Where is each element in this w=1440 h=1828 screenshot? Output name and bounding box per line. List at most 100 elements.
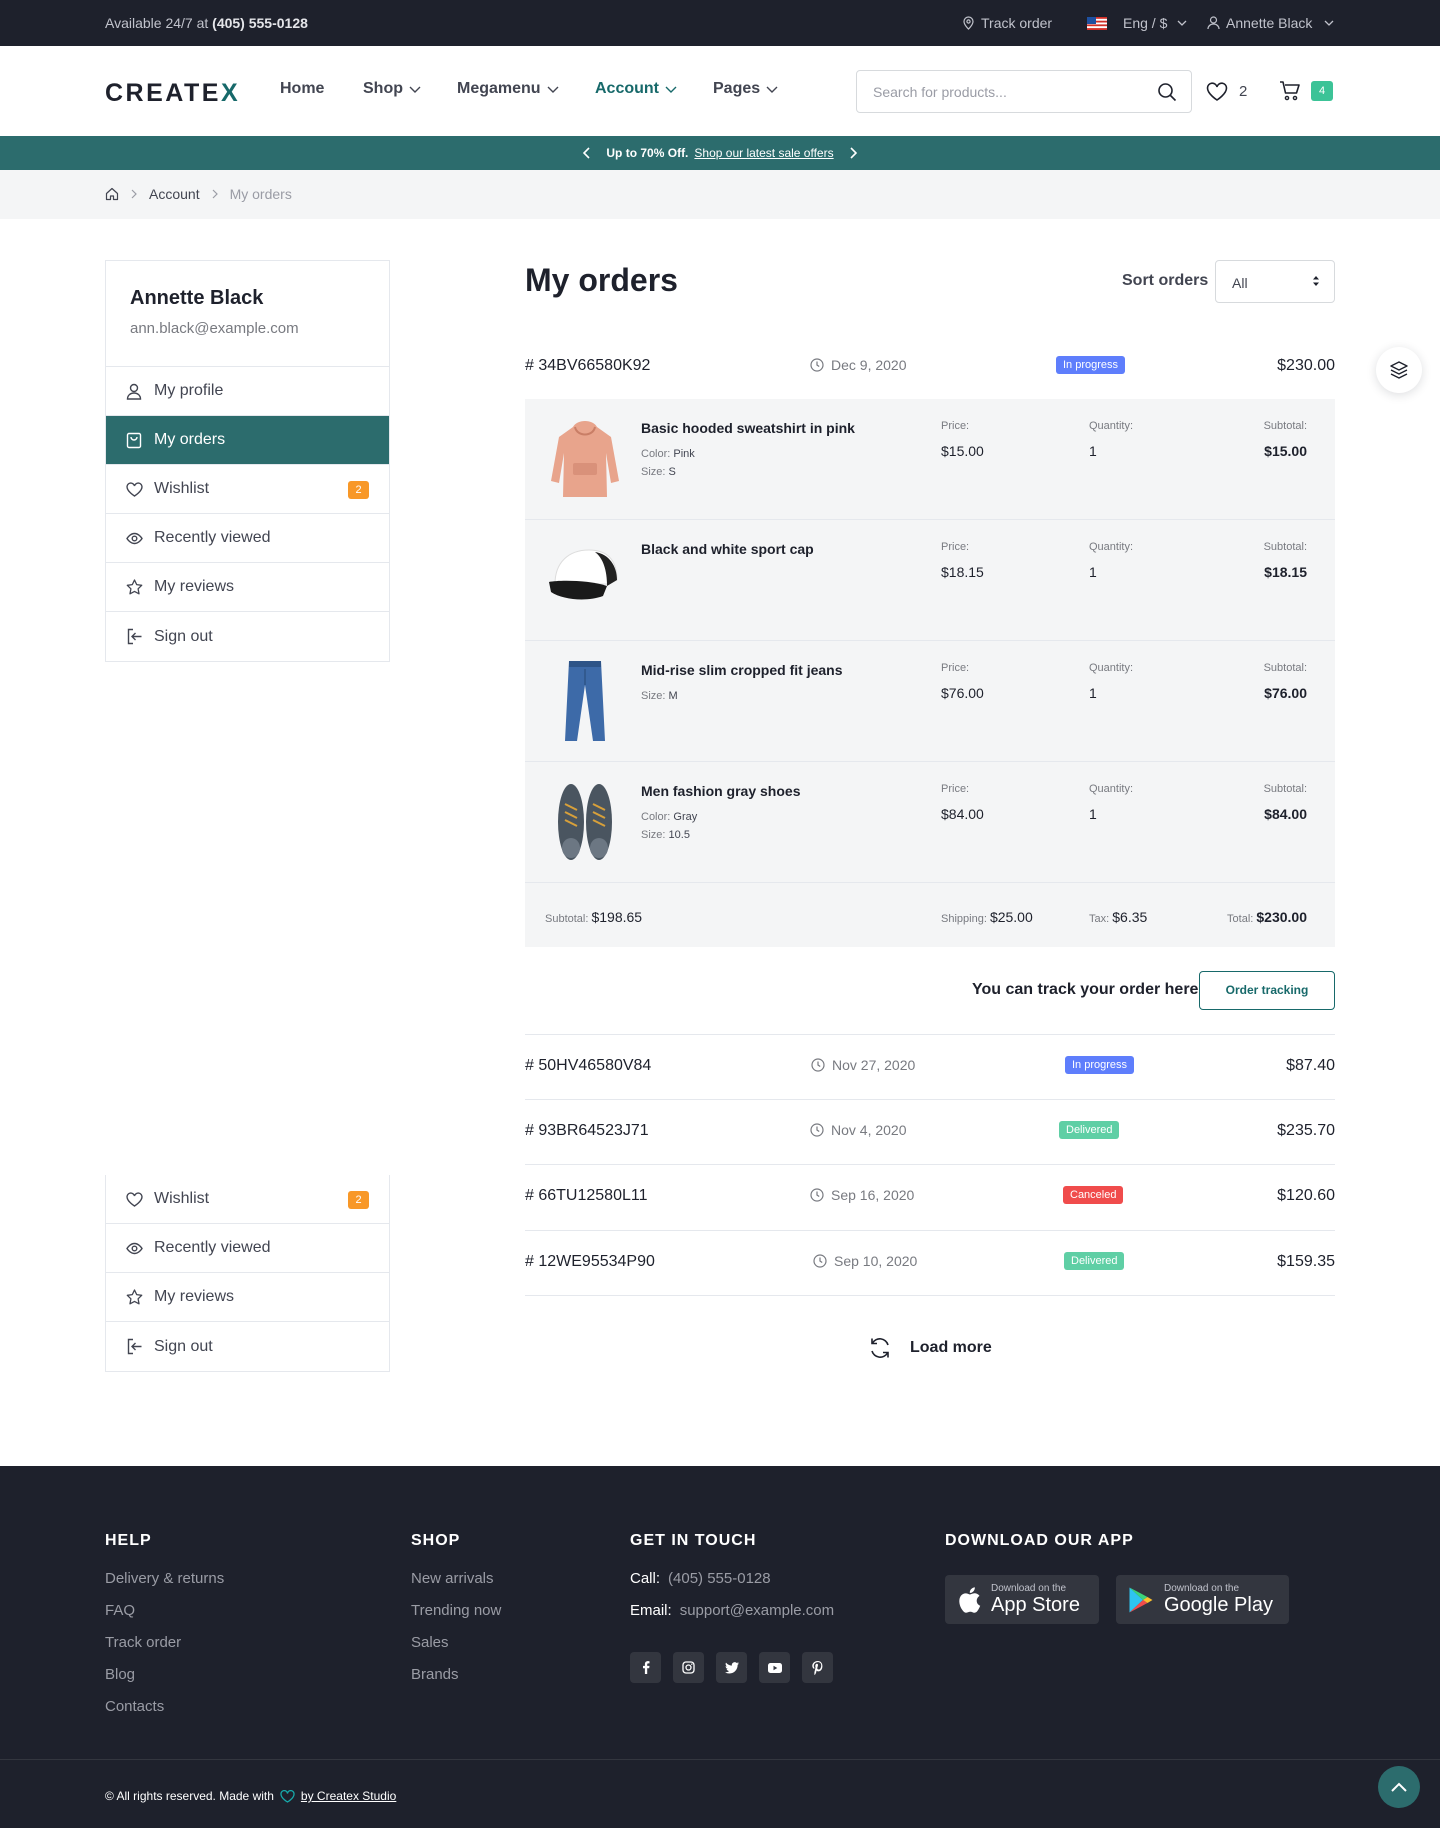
quantity-value: 1 xyxy=(1089,685,1097,701)
product-name[interactable]: Men fashion gray shoes xyxy=(641,783,800,799)
footer-link[interactable]: Delivery & returns xyxy=(105,1570,224,1602)
order-row[interactable]: # 50HV46580V84 Nov 27, 2020 In progress … xyxy=(525,1035,1335,1099)
wishlist-badge: 2 xyxy=(348,1191,369,1209)
logo[interactable]: CREATEX xyxy=(105,79,240,108)
email-address[interactable]: support@example.com xyxy=(680,1602,834,1634)
wishlist-icon[interactable] xyxy=(1206,82,1228,101)
youtube-icon[interactable] xyxy=(759,1652,790,1683)
load-more-button[interactable]: Load more xyxy=(868,1337,992,1359)
sidebar-item-sign-out[interactable]: Sign out xyxy=(106,1322,389,1371)
clock-icon xyxy=(810,1123,824,1137)
twitter-icon[interactable] xyxy=(716,1652,747,1683)
sidebar-item-my-reviews[interactable]: My reviews xyxy=(106,563,389,612)
order-row[interactable]: # 34BV66580K92 Dec 9, 2020 In progress $… xyxy=(525,335,1335,399)
layers-icon xyxy=(1390,361,1408,379)
search-icon[interactable] xyxy=(1157,82,1177,102)
google-play-icon xyxy=(1129,1587,1153,1612)
footer-link[interactable]: Sales xyxy=(411,1634,501,1666)
promo-link[interactable]: Shop our latest sale offers xyxy=(694,146,833,160)
order-date-text: Sep 16, 2020 xyxy=(831,1187,915,1203)
search-input[interactable] xyxy=(873,71,1143,112)
track-order-link[interactable]: Track order xyxy=(962,15,1052,31)
studio-link[interactable]: by Createx Studio xyxy=(301,1789,396,1803)
color-value: Gray xyxy=(673,811,698,823)
call-label: Call: xyxy=(630,1570,661,1587)
sort-orders-value: All xyxy=(1232,275,1248,291)
sidebar-item-wishlist[interactable]: Wishlist 2 xyxy=(106,1175,389,1224)
apple-icon xyxy=(959,1586,981,1613)
footer-link[interactable]: Track order xyxy=(105,1634,224,1666)
size-value: 10.5 xyxy=(668,829,690,841)
footer-link[interactable]: Contacts xyxy=(105,1698,224,1730)
app-store-button[interactable]: Download on the App Store xyxy=(945,1575,1099,1624)
order-id: # 12WE95534P90 xyxy=(525,1253,655,1270)
google-play-small: Download on the xyxy=(1164,1583,1240,1594)
page-title: My orders xyxy=(525,262,678,298)
size-label: Size: xyxy=(641,829,666,841)
select-arrows-icon xyxy=(1312,275,1320,287)
product-name[interactable]: Mid-rise slim cropped fit jeans xyxy=(641,662,843,678)
size-label: Size: xyxy=(641,466,666,478)
sort-orders-select[interactable]: All xyxy=(1215,260,1335,303)
sidebar-profile: Annette Black ann.black@example.com xyxy=(106,261,389,367)
nav-megamenu[interactable]: Megamenu xyxy=(457,80,559,98)
sidebar-item-my-reviews[interactable]: My reviews xyxy=(106,1273,389,1322)
sidebar-item-wishlist[interactable]: Wishlist 2 xyxy=(106,465,389,514)
order-row[interactable]: # 12WE95534P90 Sep 10, 2020 Delivered $1… xyxy=(525,1231,1335,1295)
heart-icon xyxy=(280,1789,295,1803)
footer-link[interactable]: Brands xyxy=(411,1666,501,1698)
home-icon[interactable] xyxy=(105,187,119,201)
sidebar-item-recently-viewed[interactable]: Recently viewed xyxy=(106,514,389,563)
google-play-big: Google Play xyxy=(1164,1594,1273,1616)
app-store-text: Download on the App Store xyxy=(991,1583,1080,1616)
chevron-down-icon xyxy=(1324,20,1334,26)
facebook-icon[interactable] xyxy=(630,1652,661,1683)
cart-icon[interactable] xyxy=(1279,81,1301,101)
nav-home[interactable]: Home xyxy=(280,80,324,98)
user-menu[interactable]: Annette Black xyxy=(1207,15,1334,31)
chevron-left-icon[interactable] xyxy=(573,147,600,159)
back-to-top-button[interactable] xyxy=(1378,1766,1420,1808)
logo-accent: X xyxy=(220,79,241,107)
call-number[interactable]: (405) 555-0128 xyxy=(668,1570,771,1602)
summary-subtotal-label: Subtotal: xyxy=(545,913,589,925)
clock-icon xyxy=(810,1188,824,1202)
order-id: # 66TU12580L11 xyxy=(525,1187,648,1204)
footer-link[interactable]: FAQ xyxy=(105,1602,224,1634)
clock-icon xyxy=(810,358,824,372)
search-box xyxy=(856,70,1192,113)
color-label: Color: xyxy=(641,448,671,460)
product-name[interactable]: Basic hooded sweatshirt in pink xyxy=(641,420,855,436)
nav-shop[interactable]: Shop xyxy=(363,80,421,98)
pinterest-icon[interactable] xyxy=(802,1652,833,1683)
footer-link[interactable]: New arrivals xyxy=(411,1570,501,1602)
sidebar-item-recently-viewed[interactable]: Recently viewed xyxy=(106,1224,389,1273)
google-play-button[interactable]: Download on the Google Play xyxy=(1116,1575,1289,1624)
footer-link[interactable]: Trending now xyxy=(411,1602,501,1634)
chevron-right-icon[interactable] xyxy=(840,147,867,159)
order-tracking-button[interactable]: Order tracking xyxy=(1199,971,1335,1010)
refresh-icon xyxy=(871,1338,889,1358)
footer-link[interactable]: Blog xyxy=(105,1666,224,1698)
order-item: Black and white sport cap Price: $18.15 … xyxy=(525,520,1335,641)
sidebar-item-my-profile[interactable]: My profile xyxy=(106,367,389,416)
breadcrumb-account[interactable]: Account xyxy=(149,186,200,202)
order-row[interactable]: # 66TU12580L11 Sep 16, 2020 Canceled $12… xyxy=(525,1165,1335,1229)
sidebar-item-my-orders[interactable]: My orders xyxy=(106,416,389,465)
support-phone[interactable]: (405) 555-0128 xyxy=(212,15,308,31)
nav-pages[interactable]: Pages xyxy=(713,80,778,98)
sidebar-item-sign-out[interactable]: Sign out xyxy=(106,612,389,661)
order-row[interactable]: # 93BR64523J71 Nov 4, 2020 Delivered $23… xyxy=(525,1100,1335,1164)
summary-shipping-label: Shipping: xyxy=(941,913,987,925)
order-date: Dec 9, 2020 xyxy=(810,357,907,373)
order-date: Nov 4, 2020 xyxy=(810,1122,907,1138)
nav-account[interactable]: Account xyxy=(595,80,677,98)
language-currency-select[interactable]: Eng / $ xyxy=(1087,15,1187,31)
layers-button[interactable] xyxy=(1376,347,1422,393)
support-info: Available 24/7 at (405) 555-0128 xyxy=(105,15,308,31)
eye-icon xyxy=(126,1242,144,1255)
sidebar-item-label: My reviews xyxy=(154,578,235,595)
us-flag-icon xyxy=(1087,16,1107,30)
instagram-icon[interactable] xyxy=(673,1652,704,1683)
product-name[interactable]: Black and white sport cap xyxy=(641,541,814,557)
